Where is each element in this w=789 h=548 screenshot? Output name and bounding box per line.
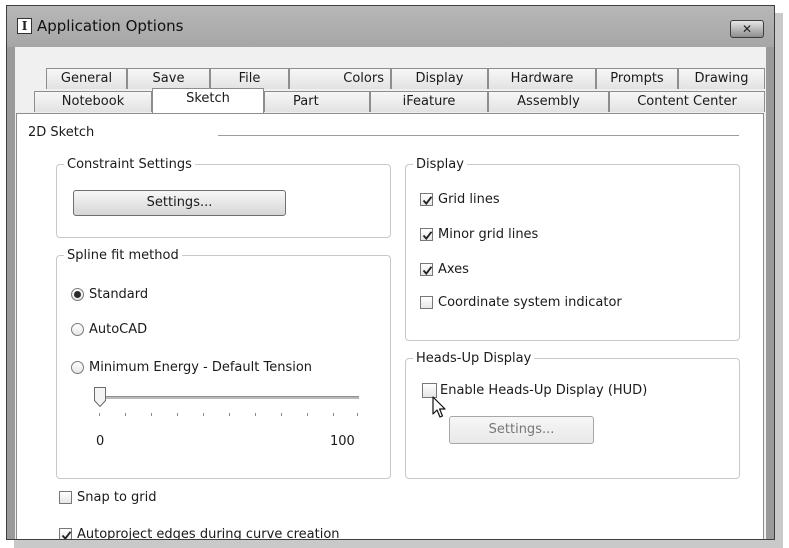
autoproject-edges-label: Autoproject edges during curve creation [77, 527, 340, 540]
radio-button[interactable] [71, 361, 84, 374]
checkbox[interactable] [420, 193, 433, 206]
coordinate-system-indicator-label: Coordinate system indicator [438, 295, 622, 310]
radio-standard-label: Standard [89, 287, 149, 302]
tab-part[interactable]: Part [264, 91, 370, 112]
window-title: Application Options [37, 17, 184, 35]
checkbox[interactable] [420, 263, 433, 276]
application-options-window: I Application Options ✕ General Save Fil… [6, 5, 775, 540]
radio-button[interactable] [71, 288, 84, 301]
heading-divider [218, 135, 739, 136]
heads-up-display-group: Heads-Up Display [405, 351, 740, 479]
tab-file[interactable]: File [210, 68, 289, 89]
tab-save[interactable]: Save [127, 68, 210, 89]
sketch-tab-page: 2D Sketch Constraint Settings Settings..… [16, 113, 764, 540]
enable-hud-label: Enable Heads-Up Display (HUD) [440, 383, 648, 398]
section-heading-2d-sketch: 2D Sketch [28, 125, 95, 140]
display-group: Display [405, 157, 740, 341]
checkmark-icon [422, 231, 433, 241]
tab-sketch[interactable]: Sketch [152, 88, 264, 113]
tab-hardware[interactable]: Hardware [488, 68, 596, 89]
slider-tick [255, 413, 256, 416]
inventor-app-icon: I [17, 18, 32, 34]
slider-min-label: 0 [96, 434, 105, 449]
tab-assembly[interactable]: Assembly [488, 91, 609, 112]
constraint-settings-legend: Constraint Settings [67, 157, 192, 172]
slider-tick [125, 413, 126, 416]
tab-notebook[interactable]: Notebook [34, 91, 152, 112]
checkmark-icon [422, 196, 433, 206]
tab-colors[interactable]: Colors [289, 68, 391, 89]
slider-tick [177, 413, 178, 416]
checkmark-icon [61, 531, 72, 539]
radio-autocad-label: AutoCAD [89, 322, 148, 337]
slider-thumb[interactable] [93, 386, 107, 408]
title-bar[interactable]: I Application Options ✕ [7, 6, 774, 47]
constraint-settings-button[interactable]: Settings... [73, 190, 286, 216]
tab-general[interactable]: General [46, 68, 127, 89]
radio-button[interactable] [71, 323, 84, 336]
slider-tick [333, 413, 334, 416]
snap-to-grid-label: Snap to grid [77, 490, 157, 505]
slider-tick [307, 413, 308, 416]
slider-tick [203, 413, 204, 416]
grid-lines-label: Grid lines [438, 192, 500, 207]
tab-prompts[interactable]: Prompts [596, 68, 678, 89]
close-button[interactable]: ✕ [730, 20, 764, 38]
checkbox[interactable] [422, 383, 437, 398]
slider-track [99, 396, 359, 399]
heads-up-display-legend: Heads-Up Display [416, 351, 532, 366]
tab-content-center[interactable]: Content Center [609, 91, 765, 112]
radio-selected-dot [74, 291, 81, 298]
slider-tick [151, 413, 152, 416]
minor-grid-lines-label: Minor grid lines [438, 227, 539, 242]
slider-max-label: 100 [330, 434, 355, 449]
slider-tick [229, 413, 230, 416]
hud-settings-button[interactable]: Settings... [449, 416, 594, 444]
slider-tick [281, 413, 282, 416]
spline-fit-method-legend: Spline fit method [67, 248, 179, 263]
tension-slider[interactable] [91, 386, 363, 426]
checkbox[interactable] [59, 491, 72, 504]
checkbox[interactable] [59, 528, 72, 539]
checkmark-icon [422, 266, 433, 276]
checkbox[interactable] [420, 296, 433, 309]
slider-tick [99, 413, 100, 416]
dialog-body: General Save File Colors Display Hardwar… [15, 47, 766, 539]
slider-tick [357, 413, 358, 416]
axes-label: Axes [438, 262, 469, 277]
checkbox[interactable] [420, 228, 433, 241]
display-legend: Display [416, 157, 464, 172]
tab-drawing[interactable]: Drawing [678, 68, 765, 89]
tab-ifeature[interactable]: iFeature [370, 91, 488, 112]
radio-minimum-energy-label: Minimum Energy - Default Tension [89, 360, 313, 375]
tab-display[interactable]: Display [391, 68, 488, 89]
